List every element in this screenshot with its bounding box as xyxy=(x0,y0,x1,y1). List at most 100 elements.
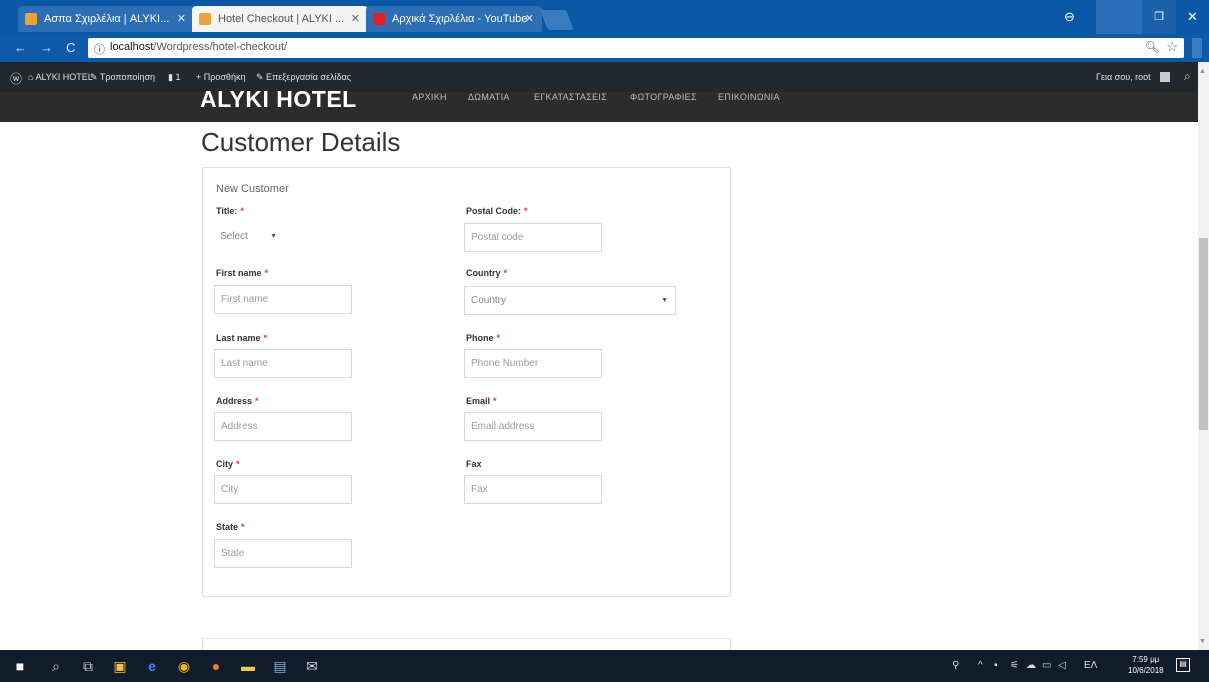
state-label-text: State xyxy=(216,522,239,532)
scroll-down-icon[interactable]: ▼ xyxy=(1199,638,1206,645)
required-mark: * xyxy=(240,206,244,216)
windows-start-icon[interactable]: ■ xyxy=(12,658,28,674)
scroll-up-icon[interactable]: ▲ xyxy=(1199,68,1206,75)
extension-icon[interactable] xyxy=(1192,38,1202,58)
window-minimize-button[interactable] xyxy=(1096,0,1142,34)
task-view-icon[interactable]: ⧉ xyxy=(80,658,96,674)
required-mark: * xyxy=(496,333,501,343)
fax-label-text: Fax xyxy=(466,459,482,469)
browser-tab-strip: Ασπα Σχιρλέλια | ALYKI... ✕ Hotel Checko… xyxy=(0,0,1209,34)
address-input[interactable] xyxy=(214,412,352,441)
window-close-button[interactable]: ✕ xyxy=(1176,0,1209,34)
title-select[interactable]: Select ▼ xyxy=(214,223,284,252)
wordpress-logo-icon[interactable]: ⓦ xyxy=(10,70,22,87)
back-arrow-icon[interactable]: ← xyxy=(14,40,27,55)
system-clock[interactable]: 7:59 μμ 10/6/2018 xyxy=(1128,654,1164,676)
browser-tab[interactable]: Αρχικά Σχιρλέλια - YouTube ✕ xyxy=(366,6,542,32)
nav-link-photos[interactable]: ΦΩΤΟΓΡΑΦΙΕΣ xyxy=(630,92,697,102)
address-bar[interactable]: ⓘ localhost/Wordpress/hotel-checkout/ 🔍︎… xyxy=(88,38,1184,58)
admin-bar-account[interactable]: Γεια σου, root xyxy=(1096,72,1151,82)
address-label-text: Address xyxy=(216,396,253,406)
email-input[interactable] xyxy=(464,412,602,441)
language-indicator[interactable]: ΕΛ xyxy=(1084,660,1097,671)
fax-input[interactable] xyxy=(464,475,602,504)
postal-code-input[interactable] xyxy=(464,223,602,252)
dropdown-caret-icon: ▼ xyxy=(270,233,277,240)
site-logo[interactable]: ALYKI HOTEL xyxy=(200,86,357,113)
url-host: localhost xyxy=(110,41,154,53)
mail-icon[interactable]: ✉ xyxy=(304,658,320,674)
search-icon[interactable]: ⌕ xyxy=(48,658,64,674)
tab-close-icon[interactable]: ✕ xyxy=(351,6,360,32)
phone-input[interactable] xyxy=(464,349,602,378)
onedrive-icon[interactable]: ☁ xyxy=(1026,660,1036,671)
nav-link-rooms[interactable]: ΔΩΜΑΤΙΑ xyxy=(468,92,510,102)
browser-tab-active[interactable]: Hotel Checkout | ALYKI ... ✕ xyxy=(192,6,368,32)
site-favicon-icon xyxy=(199,13,211,25)
first-name-label: First name * xyxy=(216,268,268,278)
notifications-icon[interactable]: ▤ xyxy=(1176,658,1190,672)
nav-link-home[interactable]: ΑΡΧΙΚΗ xyxy=(412,92,447,102)
url-path: /Wordpress/hotel-checkout/ xyxy=(153,41,288,53)
network-icon[interactable]: ⚟ xyxy=(1010,660,1019,671)
admin-bar-comments[interactable]: ▮ 1 xyxy=(168,72,180,83)
city-label: City * xyxy=(216,459,240,469)
store-icon[interactable]: ▣ xyxy=(112,658,128,674)
section-title: New Customer xyxy=(216,183,289,195)
youtube-favicon-icon xyxy=(373,13,385,25)
phone-label-text: Phone xyxy=(466,333,494,343)
forward-arrow-icon[interactable]: → xyxy=(40,40,53,55)
city-input[interactable] xyxy=(214,475,352,504)
required-mark: * xyxy=(255,396,259,406)
file-explorer-icon[interactable]: ▬ xyxy=(240,658,256,674)
people-icon[interactable]: ⚲ xyxy=(952,660,959,671)
admin-bar-new[interactable]: + Προσθήκη xyxy=(196,72,245,82)
zoom-icon[interactable]: 🔍︎ xyxy=(1145,40,1160,54)
new-tab-button[interactable] xyxy=(540,10,574,30)
account-icon[interactable]: ⊖ xyxy=(1064,9,1075,25)
address-label: Address * xyxy=(216,396,259,406)
tray-app-icon[interactable]: ▪ xyxy=(994,660,998,671)
scrollbar-thumb[interactable] xyxy=(1199,238,1208,430)
state-input[interactable] xyxy=(214,539,352,568)
last-name-input[interactable] xyxy=(214,349,352,378)
bookmark-star-icon[interactable]: ☆ xyxy=(1166,39,1178,55)
edge-icon[interactable]: e xyxy=(144,658,160,674)
browser-tab[interactable]: Ασπα Σχιρλέλια | ALYKI... ✕ xyxy=(18,6,194,32)
nav-link-facilities[interactable]: ΕΓΚΑΤΑΣΤΑΣΕΙΣ xyxy=(534,92,607,102)
avatar[interactable] xyxy=(1160,72,1170,82)
required-mark: * xyxy=(241,522,245,532)
admin-bar-comments-count: 1 xyxy=(175,72,181,82)
admin-bar-new-label: + Προσθήκη xyxy=(196,72,246,82)
admin-bar-customize[interactable]: ✎ Τροποποίηση xyxy=(90,72,155,83)
tray-overflow-icon[interactable]: ^ xyxy=(978,660,983,671)
required-mark: * xyxy=(493,396,497,406)
window-maximize-button[interactable]: ❐ xyxy=(1142,0,1176,34)
required-mark: * xyxy=(503,268,508,278)
chrome-icon[interactable]: ◉ xyxy=(176,658,192,674)
firefox-icon[interactable]: ● xyxy=(208,658,224,674)
admin-bar-customize-label: Τροποποίηση xyxy=(99,72,155,82)
vertical-scrollbar[interactable]: ▲ ▼ xyxy=(1198,62,1209,650)
search-icon[interactable]: ⌕ xyxy=(1184,69,1191,84)
battery-icon[interactable]: ▭ xyxy=(1042,660,1051,671)
reload-icon[interactable]: C xyxy=(66,40,75,55)
title-label-text: Title: xyxy=(216,206,238,216)
tab-close-icon[interactable]: ✕ xyxy=(525,6,534,32)
dropdown-caret-icon: ▼ xyxy=(661,297,668,304)
fax-label: Fax xyxy=(466,459,482,469)
tab-title: Ασπα Σχιρλέλια | ALYKI... xyxy=(44,13,170,25)
admin-bar-edit-page[interactable]: ✎ Επεξεργασία σελίδας xyxy=(256,72,351,83)
nav-link-contact[interactable]: ΕΠΙΚΟΙΝΩΝΙΑ xyxy=(718,92,780,102)
site-info-icon[interactable]: ⓘ xyxy=(94,41,105,57)
country-select[interactable]: Country ▼ xyxy=(464,286,676,315)
first-name-input[interactable] xyxy=(214,285,352,314)
tab-close-icon[interactable]: ✕ xyxy=(177,6,186,32)
last-name-label: Last name * xyxy=(216,333,267,343)
title-label: Title: * xyxy=(216,206,244,216)
volume-icon[interactable]: ◁ xyxy=(1058,660,1066,671)
email-label: Email * xyxy=(466,396,497,406)
state-label: State * xyxy=(216,522,245,532)
admin-bar-site-name[interactable]: ⌂ ALYKI HOTEL xyxy=(28,72,93,82)
document-icon[interactable]: ▤ xyxy=(272,658,288,674)
